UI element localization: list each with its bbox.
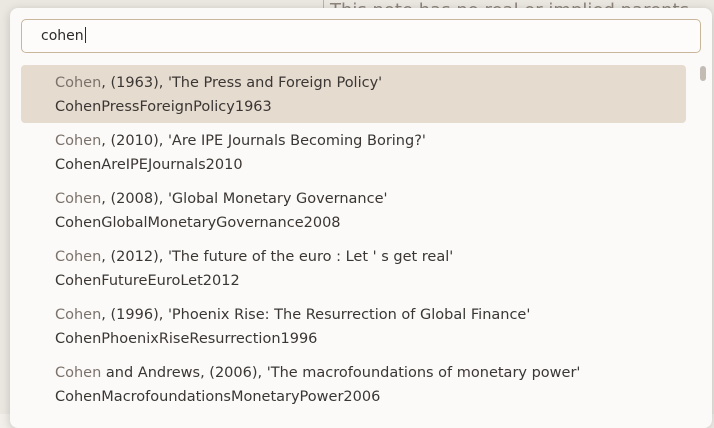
- result-match: Cohen: [55, 133, 102, 149]
- result-match: Cohen: [55, 307, 102, 323]
- result-title: Cohen, (2012), 'The future of the euro :…: [55, 245, 686, 269]
- result-item-6[interactable]: Cohen and Andrews, (2006), 'The macrofou…: [21, 355, 686, 413]
- result-details: , (2008), 'Global Monetary Governance': [101, 191, 388, 207]
- result-citekey: CohenPressForeignPolicy1963: [55, 99, 272, 115]
- result-details: , (2012), 'The future of the euro : Let …: [101, 249, 454, 265]
- results-scrollbar[interactable]: [698, 65, 708, 425]
- results-list: Cohen, (1963), 'The Press and Foreign Po…: [21, 65, 687, 413]
- result-citekey: CohenPhoenixRiseResurrection1996: [55, 331, 318, 347]
- result-match: Cohen: [55, 75, 102, 91]
- result-details: , (1996), 'Phoenix Rise: The Resurrectio…: [101, 307, 531, 323]
- citation-search-input[interactable]: cohen: [21, 19, 701, 53]
- result-item-4[interactable]: Cohen, (2012), 'The future of the euro :…: [21, 239, 686, 297]
- result-details: , (2010), 'Are IPE Journals Becoming Bor…: [101, 133, 426, 149]
- result-citekey: CohenAreIPEJournals2010: [55, 157, 243, 173]
- result-title: Cohen, (1996), 'Phoenix Rise: The Resurr…: [55, 303, 686, 327]
- result-title: Cohen, (2010), 'Are IPE Journals Becomin…: [55, 129, 686, 153]
- result-match: Cohen: [55, 365, 102, 381]
- result-title: Cohen and Andrews, (2006), 'The macrofou…: [55, 361, 686, 385]
- result-details: and Andrews, (2006), 'The macrofoundatio…: [101, 365, 581, 381]
- result-details: , (1963), 'The Press and Foreign Policy': [101, 75, 383, 91]
- result-citekey: CohenFutureEuroLet2012: [55, 273, 240, 289]
- result-title: Cohen, (2008), 'Global Monetary Governan…: [55, 187, 686, 211]
- citation-search-modal: cohen Cohen, (1963), 'The Press and Fore…: [10, 8, 712, 428]
- result-item-1[interactable]: Cohen, (1963), 'The Press and Foreign Po…: [21, 65, 686, 123]
- result-item-3[interactable]: Cohen, (2008), 'Global Monetary Governan…: [21, 181, 686, 239]
- result-title: Cohen, (1963), 'The Press and Foreign Po…: [55, 71, 686, 95]
- result-item-5[interactable]: Cohen, (1996), 'Phoenix Rise: The Resurr…: [21, 297, 686, 355]
- result-citekey: CohenMacrofoundationsMonetaryPower2006: [55, 389, 381, 405]
- result-match: Cohen: [55, 191, 102, 207]
- result-citekey: CohenGlobalMonetaryGovernance2008: [55, 215, 341, 231]
- search-query-text: cohen: [41, 28, 84, 44]
- scrollbar-thumb[interactable]: [700, 66, 706, 81]
- result-match: Cohen: [55, 249, 102, 265]
- text-cursor: [84, 27, 86, 43]
- result-item-2[interactable]: Cohen, (2010), 'Are IPE Journals Becomin…: [21, 123, 686, 181]
